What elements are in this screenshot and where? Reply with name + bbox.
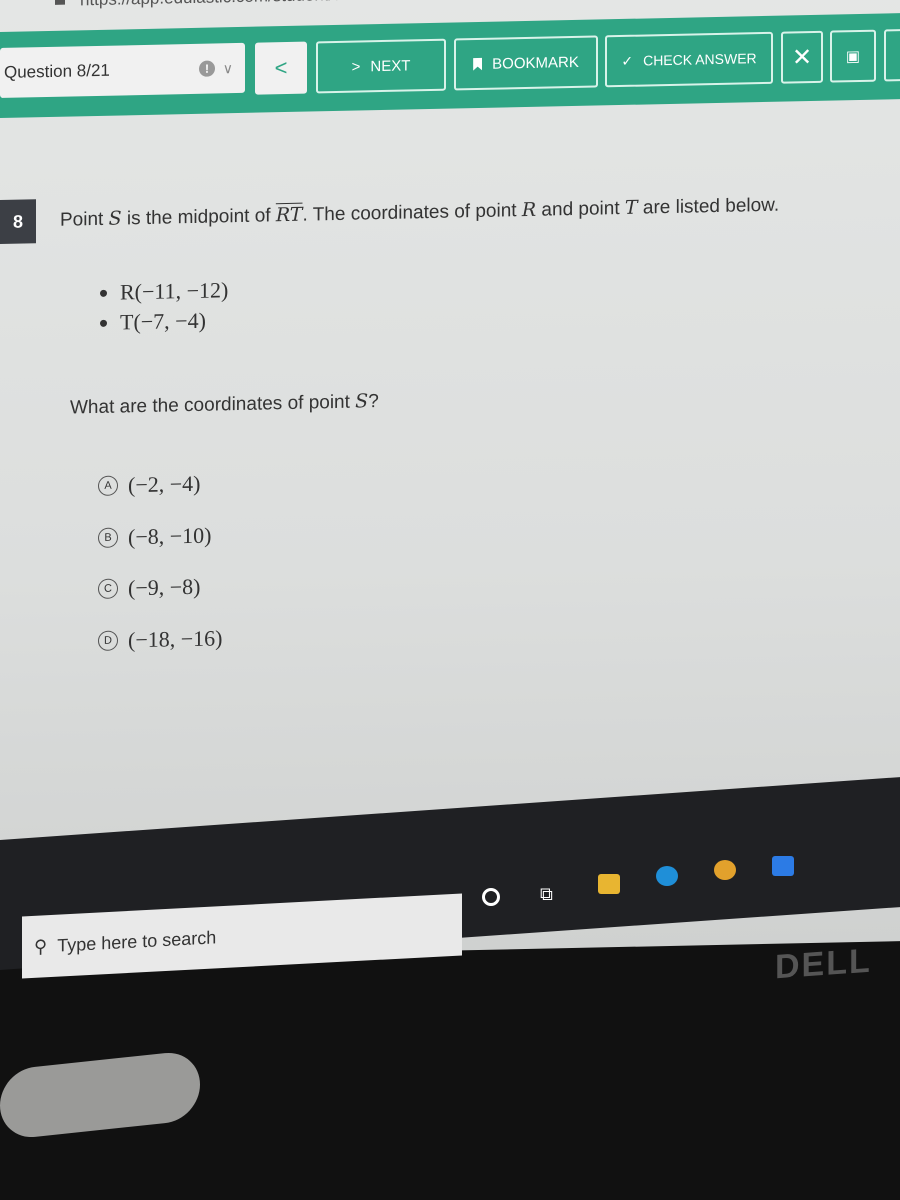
option-radio[interactable]: C xyxy=(98,578,118,599)
option-text: (−9, −8) xyxy=(128,573,201,601)
option-radio[interactable]: B xyxy=(98,527,118,548)
bookmark-label: BOOKMARK xyxy=(492,53,579,73)
question-selector-label: Question 8/21 xyxy=(4,60,110,82)
file-explorer-icon[interactable] xyxy=(598,874,620,894)
option-radio[interactable]: A xyxy=(98,475,118,496)
search-placeholder: Type here to search xyxy=(57,926,217,956)
option-a[interactable]: A (−2, −4) xyxy=(98,471,200,499)
chrome-icon[interactable] xyxy=(714,860,736,880)
bookmark-icon xyxy=(473,57,482,70)
check-icon: ✓ xyxy=(621,52,634,69)
option-text: (−2, −4) xyxy=(128,470,201,498)
edge-icon[interactable] xyxy=(656,866,678,886)
laptop-sticker xyxy=(0,1049,200,1141)
previous-button[interactable]: < xyxy=(255,41,307,95)
task-view-icon[interactable]: ⧉ xyxy=(540,884,562,904)
option-b[interactable]: B (−8, −10) xyxy=(98,523,211,551)
point-list: R(−11, −12) T(−7, −4) xyxy=(90,275,228,338)
next-label: NEXT xyxy=(370,56,411,75)
lock-icon xyxy=(55,0,65,5)
point-t: T(−7, −4) xyxy=(120,305,228,337)
option-text: (−18, −16) xyxy=(128,625,223,653)
alert-icon: ! xyxy=(199,60,215,77)
dell-logo: DELL xyxy=(775,941,872,987)
option-d[interactable]: D (−18, −16) xyxy=(98,625,222,654)
option-c[interactable]: C (−9, −8) xyxy=(98,574,200,602)
check-answer-button[interactable]: ✓ CHECK ANSWER xyxy=(605,31,773,88)
question-number: 8 xyxy=(0,199,36,244)
chevron-left-icon: < xyxy=(274,54,288,81)
next-button[interactable]: > NEXT xyxy=(316,38,446,94)
cortana-icon[interactable] xyxy=(482,888,500,906)
check-label: CHECK ANSWER xyxy=(643,50,757,69)
calculator-icon: ▣ xyxy=(845,47,861,66)
address-bar[interactable]: https://app.edulastic.com/student/assess… xyxy=(80,0,865,10)
question-selector[interactable]: Question 8/21! ∨ xyxy=(0,42,245,98)
option-radio[interactable]: D xyxy=(98,630,118,651)
more-button[interactable] xyxy=(884,28,900,82)
question-stem: Point S is the midpoint of RT. The coord… xyxy=(60,194,780,231)
bookmark-button[interactable]: BOOKMARK xyxy=(454,35,598,91)
search-icon: ⚲ xyxy=(34,935,48,957)
close-icon: ✕ xyxy=(791,43,813,71)
question-prompt: What are the coordinates of point S? xyxy=(70,390,379,419)
calculator-button[interactable]: ▣ xyxy=(830,29,876,83)
zoom-icon[interactable] xyxy=(772,856,794,876)
option-text: (−8, −10) xyxy=(128,522,212,550)
chevron-right-icon: > xyxy=(351,57,361,76)
point-r: R(−11, −12) xyxy=(120,275,228,307)
close-button[interactable]: ✕ xyxy=(781,30,823,84)
chevron-down-icon: ∨ xyxy=(222,59,233,76)
